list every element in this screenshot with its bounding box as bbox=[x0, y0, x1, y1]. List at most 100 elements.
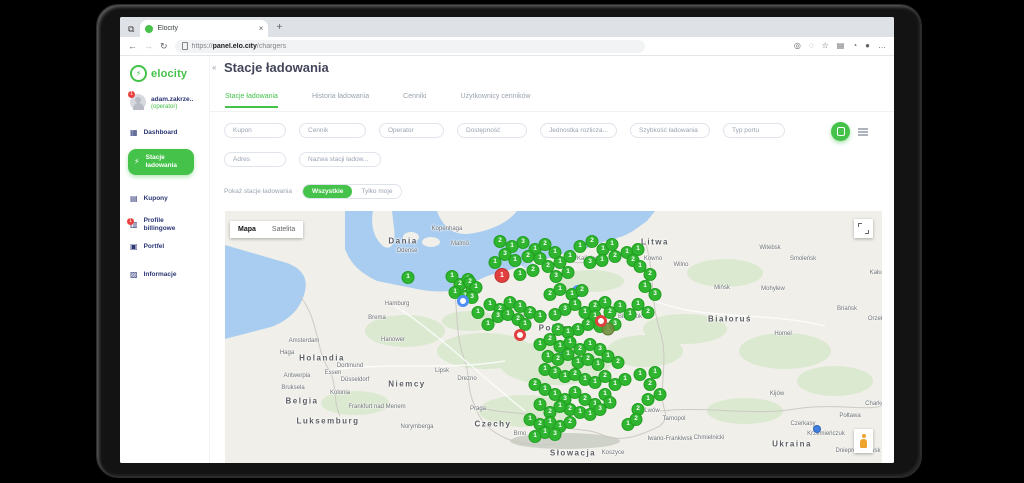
station-cluster-marker[interactable]: 1 bbox=[562, 266, 575, 279]
sidebar-item-kupony[interactable]: ▤Kupony bbox=[130, 195, 168, 203]
refresh-icon[interactable]: ↻ bbox=[160, 42, 168, 51]
pegman-button[interactable] bbox=[854, 429, 873, 453]
station-cluster-marker[interactable]: 1 bbox=[596, 254, 609, 267]
user-profile[interactable]: 1 adam.zakrze.. (operator) bbox=[130, 94, 193, 110]
sidebar-item-stacje-adowania[interactable]: ⚡Stacje ładowania bbox=[128, 149, 194, 175]
station-cluster-marker[interactable]: 1 bbox=[514, 268, 527, 281]
sidebar-item-label: Stacje ładowania bbox=[146, 154, 188, 170]
station-cluster-marker[interactable]: 2 bbox=[564, 416, 577, 429]
sidebar-item-profile-billingowe[interactable]: ▥1Profile billingowe bbox=[130, 217, 190, 233]
station-blue-marker[interactable] bbox=[457, 295, 469, 307]
station-cluster-marker[interactable]: 1 bbox=[604, 396, 617, 409]
back-icon[interactable]: ← bbox=[128, 42, 137, 51]
station-cluster-marker[interactable]: 1 bbox=[534, 398, 547, 411]
station-cluster-marker[interactable]: 2 bbox=[522, 250, 535, 263]
forward-icon[interactable]: → bbox=[144, 42, 153, 51]
sidebar-collapse-icon[interactable]: « bbox=[212, 63, 216, 72]
filter-jednostka-rozlicza-[interactable]: Jednostka rozlicza... bbox=[540, 123, 617, 138]
profile-avatar-icon[interactable]: ● bbox=[865, 42, 870, 50]
sidebar: ⚡ elocity 1 adam.zakrze.. (operator) ▦Da… bbox=[120, 57, 210, 463]
filter-operator[interactable]: Operator bbox=[379, 123, 444, 138]
station-red-ring-marker[interactable] bbox=[514, 329, 526, 341]
filter-kupon[interactable]: Kupon bbox=[224, 123, 286, 138]
station-cluster-marker[interactable]: 2 bbox=[527, 264, 540, 277]
filter-nazwa-stacji-adow-[interactable]: Nazwa stacji ładow... bbox=[299, 152, 381, 167]
map-type-satellite[interactable]: Satelita bbox=[264, 226, 303, 233]
filter-szybko-adowania[interactable]: Szybkość ładowania bbox=[630, 123, 710, 138]
fullscreen-button[interactable] bbox=[854, 219, 873, 238]
sidebar-item-informacje[interactable]: ▨Informacje bbox=[130, 271, 176, 279]
elocity-logo-icon: ⚡ bbox=[130, 65, 147, 82]
user-avatar: 1 bbox=[130, 94, 146, 110]
main-content: « Stacje ładowania Stacje ładowania Histo… bbox=[210, 57, 894, 463]
browser-essentials-icon[interactable]: ◔ bbox=[852, 42, 857, 50]
filter-adres[interactable]: Adres bbox=[224, 152, 286, 167]
map-type-map[interactable]: Mapa bbox=[230, 226, 264, 233]
browser-tabstrip: ⧉ Elocity × + bbox=[120, 17, 894, 37]
station-cluster-marker[interactable]: 1 bbox=[472, 306, 485, 319]
station-alert-marker[interactable]: 1 bbox=[495, 268, 510, 283]
tab-historia-adowania[interactable]: Historia ładowania bbox=[312, 93, 369, 108]
station-cluster-marker[interactable]: 1 bbox=[606, 238, 619, 251]
tabs-divider bbox=[210, 111, 894, 112]
tab-stacje-adowania[interactable]: Stacje ładowania bbox=[225, 93, 278, 108]
browser-tab[interactable]: Elocity × bbox=[140, 20, 268, 37]
toggle-option-tylko-moje[interactable]: Tylko moje bbox=[352, 185, 401, 198]
notification-badge: 1 bbox=[128, 91, 135, 98]
tracking-prevention-icon[interactable]: ◎ bbox=[794, 42, 801, 50]
sidebar-item-portfel[interactable]: ▣Portfel bbox=[130, 243, 164, 251]
address-bar[interactable]: https://panel.elo.city/chargers bbox=[175, 40, 645, 53]
filter-dost-pno-[interactable]: Dostępność bbox=[457, 123, 527, 138]
station-cluster-marker[interactable]: 1 bbox=[624, 308, 637, 321]
tab-u-ytkownicy-cennik-w[interactable]: Użytkownicy cenników bbox=[461, 93, 531, 108]
list-view-icon[interactable] bbox=[858, 128, 868, 136]
new-tab-button[interactable]: + bbox=[276, 23, 282, 33]
sidebar-item-label: Dashboard bbox=[144, 129, 178, 137]
station-cluster-marker[interactable]: 1 bbox=[564, 250, 577, 263]
station-cluster-marker[interactable]: 1 bbox=[402, 271, 415, 284]
tab-actions-icon[interactable]: ⧉ bbox=[128, 25, 134, 34]
station-cluster-marker[interactable]: 1 bbox=[649, 366, 662, 379]
tab-close-icon[interactable]: × bbox=[259, 25, 264, 33]
filter-cennik[interactable]: Cennik bbox=[299, 123, 366, 138]
more-menu-icon[interactable]: … bbox=[878, 42, 886, 50]
station-cluster-marker[interactable]: 3 bbox=[649, 288, 662, 301]
page-title: Stacje ładowania bbox=[224, 60, 329, 75]
station-cluster-marker[interactable]: 1 bbox=[534, 310, 547, 323]
sidebar-item-label: Profile billingowe bbox=[144, 217, 190, 233]
sync-icon[interactable]: ◌ bbox=[809, 42, 814, 50]
map-view-icon bbox=[837, 127, 845, 136]
station-cluster-marker[interactable]: 3 bbox=[549, 428, 562, 441]
station-cluster-marker[interactable]: 1 bbox=[482, 318, 495, 331]
app-root: ⚡ elocity 1 adam.zakrze.. (operator) ▦Da… bbox=[120, 57, 894, 463]
collections-icon[interactable]: ▤ bbox=[837, 42, 845, 50]
station-cluster-marker[interactable]: 1 bbox=[642, 393, 655, 406]
filter-typ-portu[interactable]: Typ portu bbox=[723, 123, 785, 138]
station-cluster-marker[interactable]: 1 bbox=[549, 308, 562, 321]
station-cluster-marker[interactable]: 2 bbox=[642, 306, 655, 319]
google-map[interactable]: DaniaLitwaBiałoruśPolskaHolandiaNiemcyBe… bbox=[225, 211, 882, 463]
toolbar-icons: ◎ ◌ ☆ ▤ ◔ ● … bbox=[794, 42, 886, 50]
station-dot-marker[interactable] bbox=[813, 425, 821, 433]
tab-cenniki[interactable]: Cenniki bbox=[403, 93, 426, 108]
station-cluster-marker[interactable]: 1 bbox=[529, 430, 542, 443]
notification-badge: 1 bbox=[127, 218, 134, 225]
station-cluster-marker[interactable]: 1 bbox=[654, 388, 667, 401]
map-view-button[interactable] bbox=[831, 122, 850, 141]
toggle-option-wszystkie[interactable]: Wszystkie bbox=[303, 185, 352, 198]
station-red-ring-marker[interactable] bbox=[595, 315, 607, 327]
station-cluster-marker[interactable]: 2 bbox=[612, 356, 625, 369]
station-cluster-marker[interactable]: 3 bbox=[517, 236, 530, 249]
page-tabs: Stacje ładowania Historia ładowania Cennik… bbox=[225, 93, 531, 108]
favorites-icon[interactable]: ☆ bbox=[822, 42, 829, 50]
station-cluster-marker[interactable]: 1 bbox=[489, 256, 502, 269]
station-cluster-marker[interactable]: 1 bbox=[619, 373, 632, 386]
elocity-logo[interactable]: ⚡ elocity bbox=[130, 65, 187, 82]
sidebar-item-dashboard[interactable]: ▦Dashboard bbox=[130, 129, 178, 137]
station-cluster-marker[interactable]: 3 bbox=[584, 256, 597, 269]
station-cluster-marker[interactable]: 2 bbox=[630, 413, 643, 426]
info-icon: ▨ bbox=[130, 271, 138, 279]
pegman-icon bbox=[860, 434, 867, 448]
station-cluster-marker[interactable]: 2 bbox=[576, 284, 589, 297]
wallet-icon: ▣ bbox=[130, 243, 138, 251]
